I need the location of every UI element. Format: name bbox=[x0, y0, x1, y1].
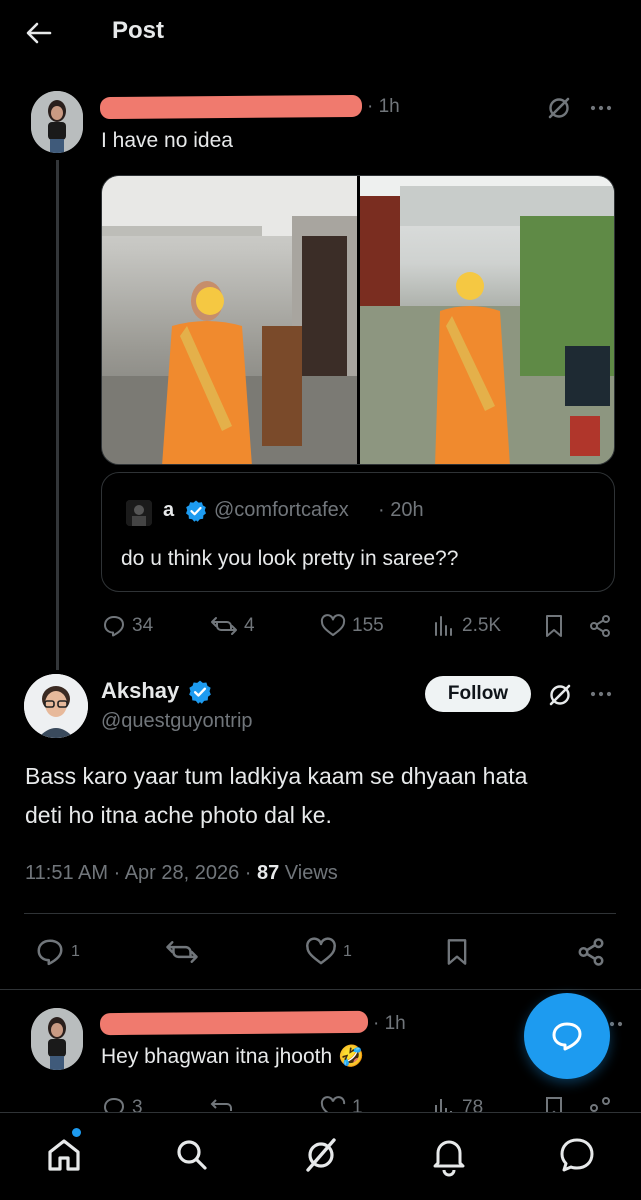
more-icon[interactable] bbox=[589, 682, 613, 706]
reply-count: 1 bbox=[71, 943, 80, 960]
share-icon[interactable] bbox=[576, 937, 606, 967]
like-count: 1 bbox=[352, 1097, 363, 1112]
verified-badge-icon bbox=[186, 500, 206, 522]
media-gallery[interactable] bbox=[101, 175, 615, 465]
photo-1[interactable] bbox=[102, 176, 357, 464]
bookmark-icon[interactable] bbox=[443, 937, 471, 967]
like-icon bbox=[320, 1096, 346, 1112]
thread-line bbox=[56, 160, 59, 670]
like-action[interactable]: 155 bbox=[320, 614, 384, 638]
views-action[interactable]: 2.5K bbox=[432, 614, 501, 638]
post-meta: 11:51 AM · Apr 28, 2026 · 87 Views bbox=[25, 862, 338, 885]
share-icon[interactable] bbox=[588, 1096, 612, 1112]
reply-action[interactable]: 3 bbox=[102, 1096, 143, 1112]
grok-icon[interactable] bbox=[546, 681, 574, 709]
redacted-name bbox=[99, 94, 363, 120]
post-time: · 1h bbox=[367, 96, 400, 117]
views-icon bbox=[435, 616, 452, 636]
post-text-line-2: deti ho itna ache photo dal ke. bbox=[25, 802, 332, 828]
avatar[interactable] bbox=[31, 1008, 83, 1070]
bottom-navigation bbox=[0, 1112, 641, 1200]
verified-badge-icon bbox=[189, 680, 211, 704]
bookmark-icon[interactable] bbox=[542, 614, 566, 638]
quoted-avatar bbox=[126, 500, 152, 526]
back-arrow-icon[interactable] bbox=[22, 16, 56, 50]
quoted-post[interactable]: a @comfortcafex · 20h do u think you loo… bbox=[101, 472, 615, 592]
more-icon[interactable] bbox=[589, 96, 613, 120]
like-action[interactable]: 1 bbox=[305, 937, 352, 967]
views-action[interactable]: 78 bbox=[432, 1096, 483, 1112]
quoted-text: do u think you look pretty in saree?? bbox=[121, 547, 459, 570]
grok-nav-icon[interactable] bbox=[299, 1133, 343, 1177]
post-text: Hey bhagwan itna jhooth 🤣 bbox=[101, 1045, 365, 1068]
quoted-name: a bbox=[163, 499, 175, 521]
repost-icon[interactable] bbox=[210, 1096, 238, 1112]
divider bbox=[0, 989, 641, 990]
like-icon bbox=[320, 614, 346, 636]
compose-icon bbox=[552, 1022, 582, 1051]
photo-2[interactable] bbox=[360, 176, 614, 464]
follow-button[interactable]: Follow bbox=[425, 676, 531, 712]
compose-button[interactable] bbox=[524, 993, 610, 1079]
divider bbox=[24, 913, 616, 914]
search-icon[interactable] bbox=[170, 1133, 214, 1177]
repost-icon[interactable] bbox=[165, 937, 199, 967]
home-notification-dot bbox=[72, 1128, 81, 1137]
home-icon[interactable] bbox=[42, 1133, 86, 1177]
reply-actions-row: 3 1 78 bbox=[0, 1096, 641, 1112]
views-count: 2.5K bbox=[462, 615, 502, 636]
author-name[interactable]: Akshay bbox=[101, 678, 179, 704]
post-text-line-1: Bass karo yaar tum ladkiya kaam se dhyaa… bbox=[25, 763, 528, 789]
reply-icon bbox=[37, 939, 63, 966]
author-handle[interactable]: @questguyontrip bbox=[101, 710, 253, 733]
post-timestamp: 11:51 AM · Apr 28, 2026 · bbox=[25, 862, 257, 884]
avatar[interactable] bbox=[24, 674, 88, 738]
quoted-time: · 20h bbox=[378, 499, 424, 521]
page-title: Post bbox=[112, 17, 165, 44]
reply-count: 34 bbox=[132, 615, 154, 636]
post-time: · 1h bbox=[373, 1013, 406, 1034]
messages-icon[interactable] bbox=[555, 1133, 599, 1177]
like-count: 1 bbox=[343, 943, 352, 960]
grok-icon[interactable] bbox=[545, 94, 573, 122]
reply-count: 3 bbox=[132, 1097, 143, 1112]
reply-action[interactable]: 34 bbox=[102, 614, 153, 638]
notifications-icon[interactable] bbox=[427, 1133, 471, 1177]
redacted-name bbox=[99, 1010, 369, 1036]
like-icon bbox=[306, 937, 336, 965]
views-label: Views bbox=[279, 862, 338, 884]
reply-icon bbox=[104, 616, 124, 637]
repost-action[interactable]: 4 bbox=[210, 614, 255, 638]
views-icon bbox=[435, 1099, 452, 1112]
bookmark-icon[interactable] bbox=[542, 1096, 566, 1112]
like-action[interactable]: 1 bbox=[320, 1096, 363, 1112]
top-bar: Post bbox=[0, 0, 641, 64]
avatar[interactable] bbox=[31, 91, 83, 153]
repost-count: 4 bbox=[244, 615, 255, 636]
share-icon[interactable] bbox=[588, 614, 612, 638]
post-text: I have no idea bbox=[101, 129, 233, 152]
views-count: 78 bbox=[462, 1097, 484, 1112]
reply-icon bbox=[103, 1097, 125, 1112]
quoted-handle: @comfortcafex bbox=[214, 499, 349, 521]
views-number: 87 bbox=[257, 862, 280, 884]
repost-icon bbox=[211, 617, 237, 635]
like-count: 155 bbox=[352, 615, 384, 636]
reply-action[interactable]: 1 bbox=[35, 937, 80, 967]
